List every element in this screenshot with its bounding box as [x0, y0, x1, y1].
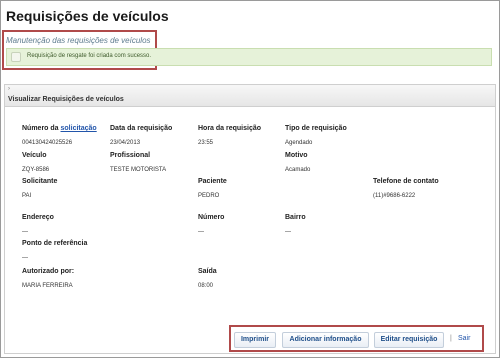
value-ponto-referencia: —: [22, 255, 28, 261]
success-message: Requisição de resgate foi criada com suc…: [6, 48, 492, 66]
label-numero-prefix: Número da: [22, 125, 61, 132]
label-autorizado-por: Autorizado por:: [22, 268, 75, 275]
label-telefone: Telefone de contato: [373, 178, 439, 185]
value-numero-solicitacao: 004130424025526: [22, 140, 73, 146]
value-paciente: PEDRO: [198, 193, 220, 199]
exit-link[interactable]: Sair: [458, 335, 470, 342]
label-endereco: Endereço: [22, 214, 54, 221]
value-numero-endereco: —: [198, 229, 204, 235]
label-tipo-requisicao: Tipo de requisição: [285, 125, 347, 132]
label-data-requisicao: Data da requisição: [110, 125, 173, 132]
value-autorizado-por: MARIA FERREIRA: [22, 283, 73, 289]
label-profissional: Profissional: [110, 152, 151, 159]
label-numero-endereco: Número: [198, 214, 225, 221]
value-profissional: TESTE MOTORISTA: [110, 167, 167, 173]
label-numero-solicitacao: Número da solicitação: [22, 125, 97, 132]
collapse-arrow-icon[interactable]: ›: [8, 86, 10, 92]
label-bairro: Bairro: [285, 214, 306, 221]
value-data-requisicao: 23/04/2013: [110, 140, 141, 146]
page-title: Requisições de veículos: [6, 8, 169, 24]
label-veiculo: Veículo: [22, 152, 47, 159]
label-motivo: Motivo: [285, 152, 308, 159]
page-subtitle: Manutenção das requisições de veículos: [6, 36, 151, 45]
success-icon: [11, 52, 21, 62]
value-solicitante: PAI: [22, 193, 32, 199]
value-hora-requisicao: 23:55: [198, 140, 214, 146]
success-message-text: Requisição de resgate foi criada com suc…: [27, 53, 152, 59]
value-bairro: —: [285, 229, 291, 235]
value-motivo: Acamado: [285, 167, 311, 173]
label-ponto-referencia: Ponto de referência: [22, 240, 88, 247]
panel-title: Visualizar Requisições de veículos: [8, 96, 124, 103]
label-hora-requisicao: Hora da requisição: [198, 125, 262, 132]
value-veiculo: ZQY-8586: [22, 167, 50, 173]
add-information-button[interactable]: Adicionar informação: [282, 332, 369, 348]
label-saida: Saída: [198, 268, 217, 275]
value-saida: 08:00: [198, 283, 214, 289]
label-paciente: Paciente: [198, 178, 227, 185]
value-endereco: —: [22, 229, 28, 235]
solicitacao-link[interactable]: solicitação: [61, 125, 97, 132]
panel-header[interactable]: › Visualizar Requisições de veículos: [5, 85, 495, 107]
label-solicitante: Solicitante: [22, 178, 58, 185]
value-tipo-requisicao: Agendado: [285, 140, 313, 146]
edit-request-button[interactable]: Editar requisição: [374, 332, 444, 348]
action-separator: |: [450, 335, 452, 342]
print-button[interactable]: Imprimir: [234, 332, 276, 348]
value-telefone: (11)#9686-6222: [373, 193, 416, 199]
